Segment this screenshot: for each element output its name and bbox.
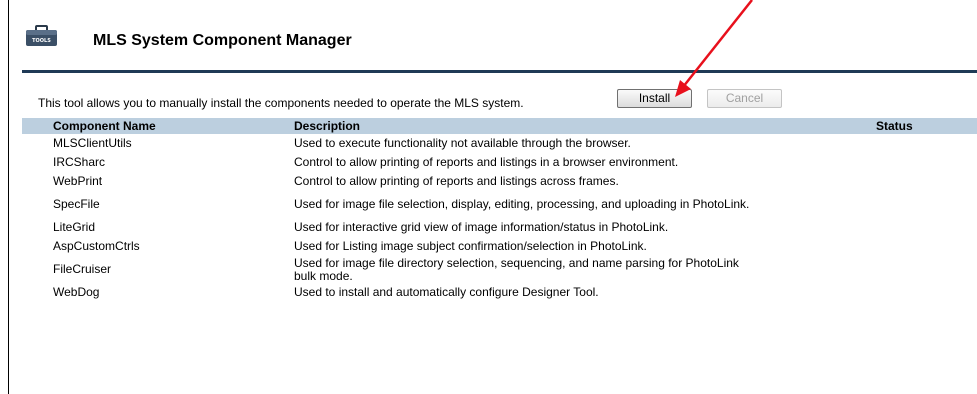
table-row: SpecFile Used for image file selection, …	[22, 191, 977, 218]
component-status	[876, 172, 977, 191]
component-status	[876, 218, 977, 237]
header-divider	[22, 70, 977, 73]
intro-text: This tool allows you to manually install…	[38, 96, 524, 110]
table-row: WebPrint Control to allow printing of re…	[22, 172, 977, 191]
component-description: Control to allow printing of reports and…	[294, 174, 619, 188]
table-row: FileCruiser Used for image file director…	[22, 256, 977, 283]
component-name: MLSClientUtils	[53, 136, 132, 150]
table-row: IRCSharc Control to allow printing of re…	[22, 153, 977, 172]
component-name: IRCSharc	[53, 155, 106, 169]
frame-left-border	[8, 0, 9, 394]
component-description: Control to allow printing of reports and…	[294, 155, 679, 169]
install-button[interactable]: Install	[617, 89, 692, 108]
cancel-button[interactable]: Cancel	[707, 89, 782, 108]
component-name: WebPrint	[53, 174, 103, 188]
column-header-description: Description	[294, 119, 361, 133]
component-status	[876, 237, 977, 256]
component-name: FileCruiser	[53, 262, 112, 276]
component-description: Used to execute functionality not availa…	[294, 136, 631, 150]
component-description: Used for Listing image subject confirmat…	[294, 239, 647, 253]
component-status	[876, 191, 977, 218]
component-name: WebDog	[53, 285, 100, 299]
column-header-name: Component Name	[53, 119, 156, 133]
component-table: Component Name Description Status MLSCli…	[22, 118, 977, 302]
component-status	[876, 153, 977, 172]
toolbox-icon: TOOLS	[26, 25, 57, 46]
component-status	[876, 283, 977, 302]
component-description: Used for interactive grid view of image …	[294, 220, 669, 234]
column-header-status: Status	[876, 119, 913, 133]
component-description: Used for image file selection, display, …	[294, 197, 750, 211]
table-row: AspCustomCtrls Used for Listing image su…	[22, 237, 977, 256]
component-description: Used for image file directory selection,…	[294, 255, 739, 283]
table-row: MLSClientUtils Used to execute functiona…	[22, 134, 977, 153]
component-name: SpecFile	[53, 197, 100, 211]
component-status	[876, 134, 977, 153]
component-name: LiteGrid	[53, 220, 96, 234]
toolbox-icon-label: TOOLS	[32, 38, 51, 44]
component-status	[876, 256, 977, 283]
component-name: AspCustomCtrls	[53, 239, 140, 253]
page-title: MLS System Component Manager	[93, 32, 352, 49]
table-row: LiteGrid Used for interactive grid view …	[22, 218, 977, 237]
component-description: Used to install and automatically config…	[294, 285, 599, 299]
table-header-row: Component Name Description Status	[22, 118, 977, 134]
table-row: WebDog Used to install and automatically…	[22, 283, 977, 302]
